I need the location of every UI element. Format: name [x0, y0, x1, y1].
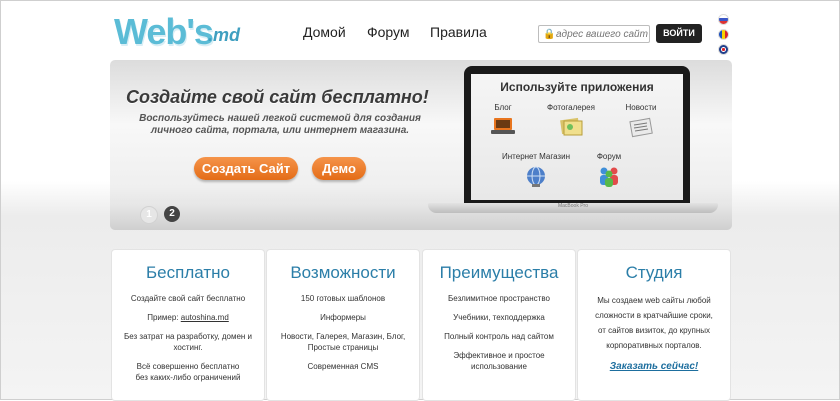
- flag-md-icon[interactable]: [718, 29, 729, 40]
- feature-capabilities: Возможности 150 готовых шаблонов Информе…: [266, 249, 420, 401]
- login-button[interactable]: ВОЙТИ: [656, 24, 702, 43]
- feature-free-title: Бесплатно: [146, 263, 230, 282]
- feature-studio-text: Мы создаем web сайты любой сложности в к…: [595, 296, 713, 350]
- feature-advantages-line-4: Эффективное и простое использование: [453, 351, 545, 371]
- nav-rules[interactable]: Правила: [430, 24, 487, 40]
- hero-banner: Создайте свой сайт бесплатно! Воспользуй…: [110, 60, 732, 230]
- newspaper-icon: [629, 117, 653, 138]
- flag-ru-icon[interactable]: [718, 14, 729, 25]
- laptop-illustration: Используйте приложения Блог Фотогалерея: [428, 66, 718, 224]
- app-shop: Интернет Магазин: [501, 152, 571, 187]
- create-site-button[interactable]: Создать Сайт: [194, 157, 298, 180]
- language-switcher: [718, 14, 729, 59]
- app-news-label: Новости: [625, 103, 657, 112]
- laptop-label: MacBook Pro: [557, 203, 588, 209]
- hero-subline: Воспользуйтесь нашей легкой системой для…: [139, 113, 421, 136]
- app-news: Новости: [611, 103, 671, 138]
- feature-free-example: Пример: autoshina.md: [123, 312, 253, 323]
- laptop-screen-frame: Используйте приложения Блог Фотогалерея: [464, 66, 690, 204]
- feature-capabilities-line-3: Новости, Галерея, Магазин, Блог, Простые…: [280, 332, 406, 352]
- app-forum-label: Форум: [596, 152, 622, 161]
- app-blog-label: Блог: [494, 103, 512, 112]
- globe-icon: [527, 166, 545, 187]
- feature-studio-title: Студия: [625, 263, 683, 282]
- feature-advantages: Преимущества Безлимитное пространство Уч…: [422, 249, 576, 401]
- photos-icon: [560, 117, 583, 136]
- demo-button[interactable]: Демо: [312, 157, 366, 180]
- laptop-orange-icon: [491, 118, 515, 134]
- logo-text: Web's: [114, 11, 214, 52]
- example-label: Пример:: [147, 313, 179, 322]
- feature-capabilities-title: Возможности: [290, 263, 396, 282]
- hero-headline: Создайте свой сайт бесплатно!: [126, 87, 429, 107]
- app-blog: Блог: [473, 103, 533, 138]
- feature-capabilities-line-1: 150 готовых шаблонов: [300, 294, 386, 303]
- apps-title: Используйте приложения: [500, 80, 654, 94]
- logo-suffix: .md: [208, 25, 241, 45]
- app-forum: Форум: [579, 152, 639, 187]
- laptop-base: MacBook Pro: [428, 203, 718, 213]
- feature-columns: Бесплатно Создайте свой сайт бесплатно П…: [111, 249, 731, 401]
- app-gallery-label: Фотогалерея: [547, 103, 595, 112]
- site-address-input[interactable]: [556, 28, 648, 40]
- feature-advantages-title: Преимущества: [439, 263, 559, 282]
- feature-capabilities-line-2: Информеры: [320, 313, 366, 322]
- feature-free-line-1: Создайте свой сайт бесплатно: [130, 294, 246, 303]
- users-icon: [600, 167, 618, 187]
- site-address-field[interactable]: 🔒: [538, 25, 650, 43]
- app-shop-label: Интернет Магазин: [502, 152, 570, 161]
- feature-studio: Студия Мы создаем web сайты любой сложно…: [577, 249, 731, 401]
- feature-advantages-line-2: Учебники, техподдержка: [453, 313, 545, 322]
- flag-gb-icon[interactable]: [718, 44, 729, 55]
- order-now-link[interactable]: Заказать сейчас!: [610, 361, 699, 372]
- feature-free: Бесплатно Создайте свой сайт бесплатно П…: [111, 249, 265, 401]
- page-frame: Web's .md Домой Форум Правила 🔒 ВОЙТИ Со…: [0, 0, 840, 401]
- app-gallery: Фотогалерея: [541, 103, 601, 138]
- laptop-screen: Используйте приложения Блог Фотогалерея: [471, 74, 683, 200]
- slide-dot-2[interactable]: 2: [164, 206, 180, 222]
- feature-free-line-5: без каких-либо ограничений: [135, 373, 241, 382]
- feature-advantages-line-3: Полный контроль над сайтом: [444, 332, 554, 341]
- site-logo[interactable]: Web's .md: [114, 11, 244, 53]
- nav-forum[interactable]: Форум: [367, 24, 410, 40]
- feature-free-line-3: Без затрат на разработку, домен и хостин…: [123, 332, 253, 352]
- feature-free-line-4: Всё совершенно бесплатно: [136, 362, 240, 371]
- example-link[interactable]: autoshina.md: [181, 313, 229, 322]
- feature-advantages-line-1: Безлимитное пространство: [448, 294, 550, 303]
- feature-capabilities-line-4: Современная CMS: [307, 362, 379, 371]
- slide-dot-1[interactable]: 1: [140, 206, 158, 224]
- lock-icon: 🔒: [543, 28, 556, 40]
- nav-home[interactable]: Домой: [303, 24, 346, 40]
